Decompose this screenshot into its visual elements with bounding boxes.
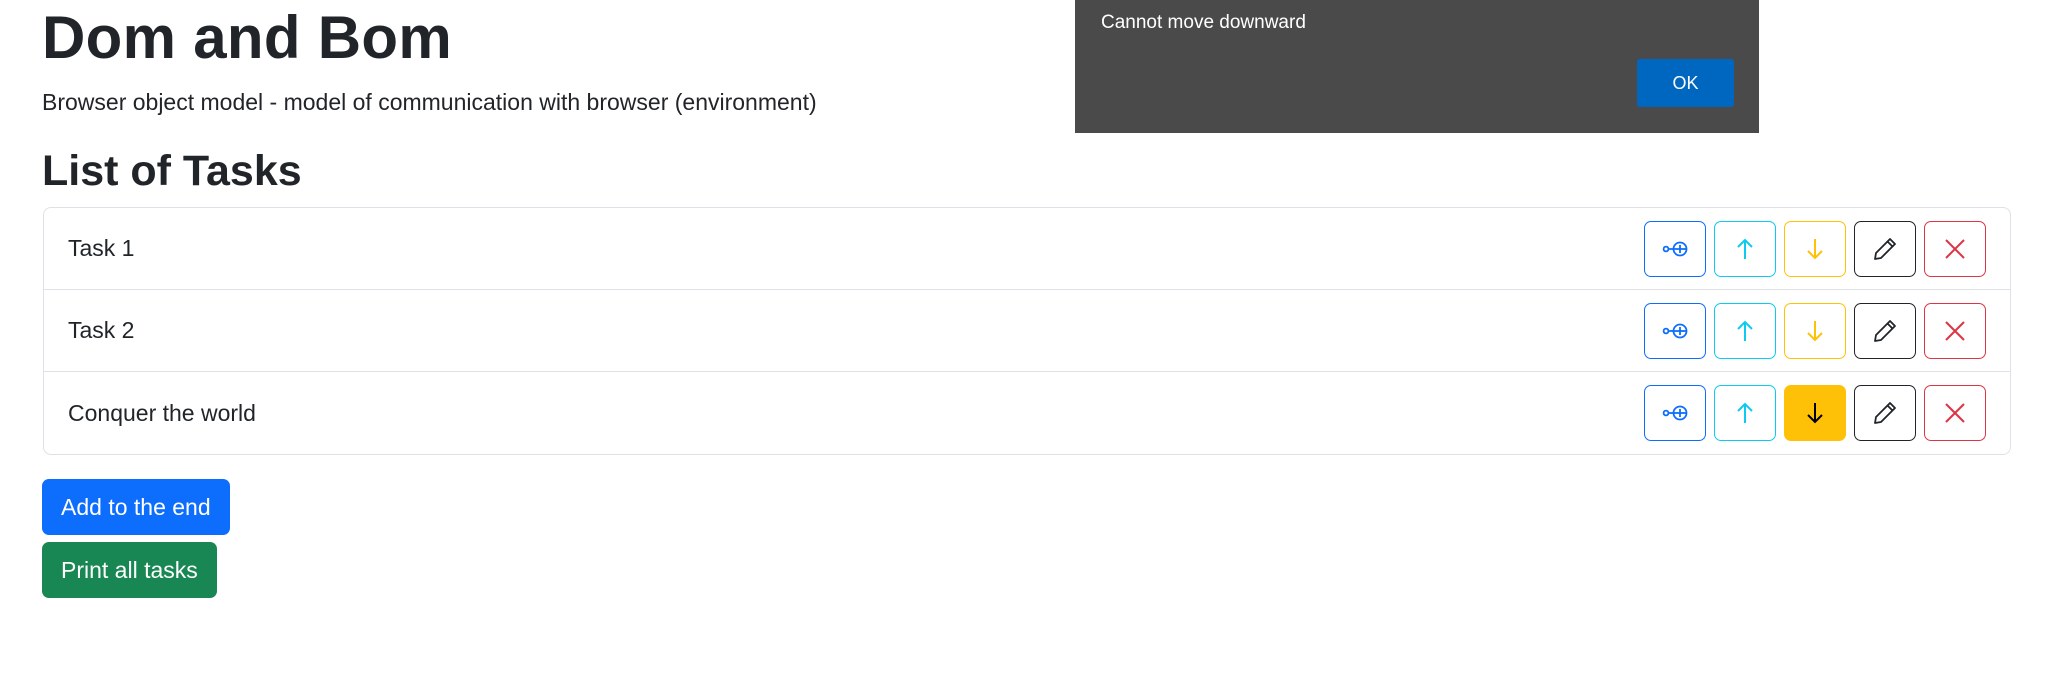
alert-dialog: Cannot move downward OK <box>1075 0 1759 133</box>
task-list: Task 1 Task 2 Conquer the world <box>43 207 2011 455</box>
insert-after-button[interactable] <box>1644 385 1706 441</box>
task-actions <box>1644 385 1986 441</box>
insert-after-icon <box>1662 241 1688 256</box>
insert-after-icon <box>1662 405 1688 421</box>
insert-after-icon <box>1662 323 1688 338</box>
arrow-up-icon <box>1737 320 1753 341</box>
delete-button[interactable] <box>1924 302 1986 359</box>
task-actions <box>1644 302 1986 359</box>
move-up-button[interactable] <box>1714 220 1776 277</box>
arrow-down-icon <box>1807 238 1823 259</box>
task-row: Conquer the world <box>44 372 2010 454</box>
x-icon <box>1945 403 1965 423</box>
move-up-button[interactable] <box>1714 385 1776 441</box>
edit-button[interactable] <box>1854 220 1916 277</box>
task-actions <box>1644 220 1986 277</box>
move-down-button[interactable] <box>1784 220 1846 277</box>
arrow-up-icon <box>1737 402 1753 423</box>
arrow-up-icon <box>1737 238 1753 259</box>
x-icon <box>1945 238 1965 259</box>
pencil-icon <box>1874 402 1896 424</box>
page: Dom and Bom Browser object model - model… <box>0 0 2052 686</box>
move-down-button-active[interactable] <box>1784 385 1846 441</box>
delete-button[interactable] <box>1924 220 1986 277</box>
task-label: Task 2 <box>68 317 135 343</box>
arrow-down-icon <box>1807 320 1823 341</box>
task-row: Task 1 <box>44 208 2010 290</box>
insert-after-button[interactable] <box>1644 302 1706 359</box>
alert-ok-button[interactable]: OK <box>1637 59 1734 107</box>
edit-button[interactable] <box>1854 302 1916 359</box>
insert-after-button[interactable] <box>1644 220 1706 277</box>
task-label: Task 1 <box>68 235 135 261</box>
delete-button[interactable] <box>1924 385 1986 441</box>
task-row: Task 2 <box>44 290 2010 372</box>
arrow-down-icon <box>1807 403 1823 424</box>
alert-message: Cannot move downward <box>1101 12 1306 33</box>
task-label: Conquer the world <box>68 399 256 426</box>
add-to-end-button[interactable]: Add to the end <box>42 479 230 535</box>
pencil-icon <box>1874 237 1896 260</box>
move-up-button[interactable] <box>1714 302 1776 359</box>
move-down-button[interactable] <box>1784 302 1846 359</box>
x-icon <box>1945 320 1965 341</box>
page-subtitle: Browser object model - model of communic… <box>42 89 817 115</box>
pencil-icon <box>1874 319 1896 342</box>
page-title: Dom and Bom <box>42 4 452 71</box>
edit-button[interactable] <box>1854 385 1916 441</box>
section-title: List of Tasks <box>42 147 302 195</box>
print-all-tasks-button[interactable]: Print all tasks <box>42 542 217 598</box>
